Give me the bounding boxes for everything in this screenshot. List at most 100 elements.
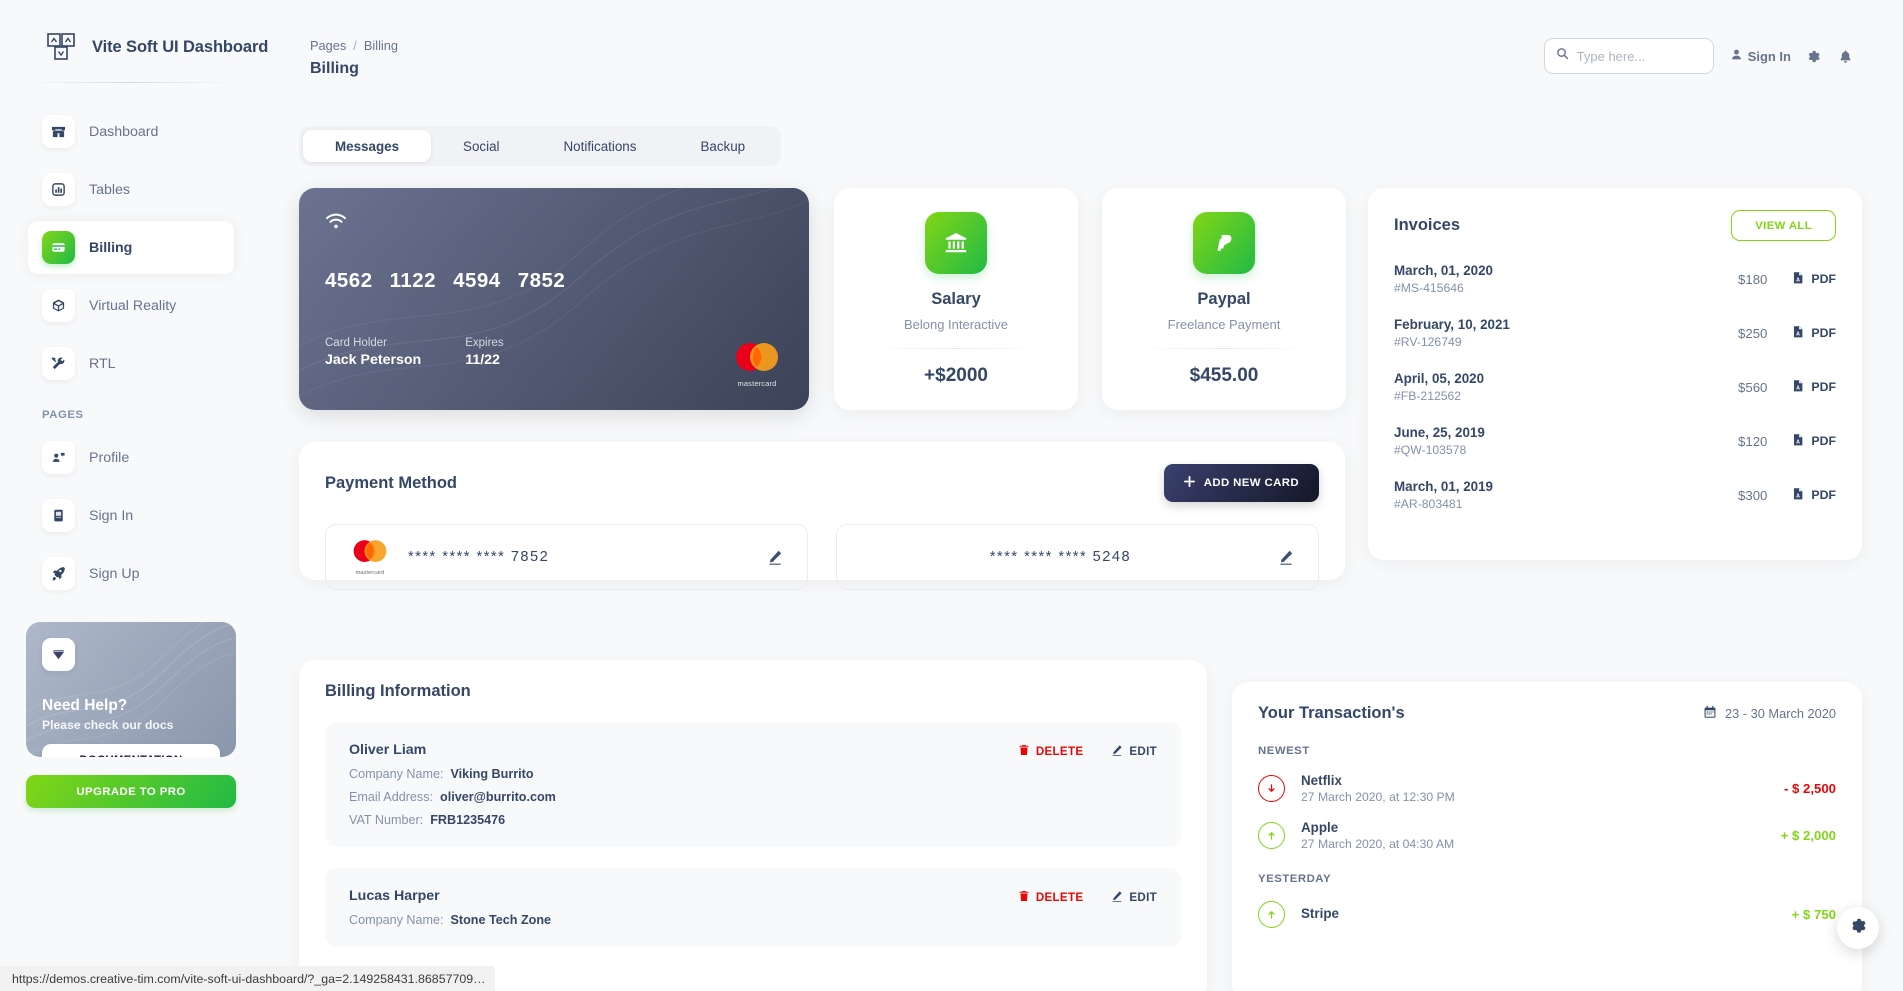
- transaction-info: Stripe: [1301, 906, 1339, 923]
- delete-button[interactable]: DELETE: [1018, 890, 1084, 905]
- invoice-pdf-button[interactable]: A PDF: [1791, 379, 1836, 396]
- file-pdf-icon: A: [1791, 325, 1805, 342]
- sidebar-item-rtl[interactable]: RTL: [28, 337, 234, 390]
- transactions-group-label: YESTERDAY: [1258, 873, 1332, 885]
- sidebar-item-billing[interactable]: Billing: [28, 221, 234, 274]
- help-card: Need Help? Please check our docs DOCUMEN…: [26, 622, 236, 757]
- invoice-amount: $180: [1738, 271, 1768, 287]
- file-pdf-icon: A: [1791, 271, 1805, 288]
- email-value: oliver@burrito.com: [440, 790, 556, 804]
- arrow-down-icon: [1258, 775, 1285, 802]
- transaction-info: Netflix 27 March 2020, at 12:30 PM: [1301, 773, 1455, 804]
- top-bar-actions: Sign In: [1543, 38, 1853, 74]
- salary-subtitle: Belong Interactive: [903, 317, 1009, 332]
- brand[interactable]: Vite Soft UI Dashboard: [24, 0, 268, 82]
- card-holder-block: Card Holder Jack Peterson: [325, 337, 421, 368]
- invoice-row[interactable]: March, 01, 2020 #MS-415646 $180 A PDF: [1394, 263, 1836, 295]
- card-holder-label: Card Holder: [325, 337, 387, 349]
- invoice-id: #QW-103578: [1394, 443, 1467, 457]
- tab-notifications[interactable]: Notifications: [532, 130, 669, 162]
- sidebar-item-tables[interactable]: Tables: [28, 163, 234, 216]
- sidebar-item-dashboard[interactable]: Dashboard: [28, 105, 234, 158]
- vat-label: VAT Number:: [349, 813, 424, 827]
- breadcrumb-parent[interactable]: Pages: [310, 38, 346, 53]
- sidebar-item-label: Dashboard: [89, 123, 159, 140]
- search-box[interactable]: [1543, 38, 1714, 74]
- transaction-row[interactable]: Netflix 27 March 2020, at 12:30 PM - $ 2…: [1258, 773, 1836, 804]
- calendar-icon: [1703, 705, 1717, 722]
- invoice-actions: $560 A PDF: [1738, 379, 1836, 396]
- edit-button[interactable]: EDIT: [1111, 890, 1157, 905]
- status-bar: https://demos.creative-tim.com/vite-soft…: [0, 966, 495, 991]
- settings-fab-button[interactable]: [1837, 907, 1879, 949]
- documentation-button[interactable]: DOCUMENTATION: [42, 744, 220, 757]
- sidebar-item-sign-up[interactable]: Sign Up: [28, 547, 234, 600]
- date-range-label: 23 - 30 March 2020: [1725, 706, 1836, 721]
- dashboard-page: Vite Soft UI Dashboard Dashboard Tables: [0, 0, 1903, 991]
- invoice-date: March, 01, 2019: [1394, 479, 1494, 494]
- invoice-pdf-button[interactable]: A PDF: [1791, 325, 1836, 342]
- mastercard-caption: mastercard: [737, 379, 777, 388]
- billing-information-panel: Billing Information Oliver Liam DELETE E…: [299, 660, 1207, 991]
- invoice-row[interactable]: March, 01, 2019 #AR-803481 $300 A PDF: [1394, 479, 1836, 511]
- transaction-row[interactable]: Apple 27 March 2020, at 04:30 AM + $ 2,0…: [1258, 820, 1836, 851]
- invoices-panel: Invoices VIEW ALL March, 01, 2020 #MS-41…: [1368, 188, 1862, 560]
- sidebar-item-label: Billing: [89, 239, 133, 256]
- tab-backup[interactable]: Backup: [668, 130, 777, 162]
- invoice-actions: $180 A PDF: [1738, 271, 1836, 288]
- divider: [1136, 348, 1312, 349]
- sidebar-item-label: Virtual Reality: [89, 297, 177, 314]
- invoice-amount: $300: [1738, 487, 1768, 503]
- bank-icon: [925, 212, 987, 274]
- billing-entry: Lucas Harper DELETE EDIT Company Name: St…: [325, 868, 1181, 947]
- transaction-row[interactable]: Stripe + $ 750: [1258, 901, 1836, 928]
- billing-company-row: Company Name: Viking Burrito: [349, 767, 1157, 781]
- view-all-button[interactable]: VIEW ALL: [1731, 210, 1836, 241]
- tab-messages[interactable]: Messages: [303, 130, 432, 162]
- sidebar-item-profile[interactable]: Profile: [28, 431, 234, 484]
- pencil-icon[interactable]: [767, 549, 783, 565]
- sidebar-item-virtual-reality[interactable]: Virtual Reality: [28, 279, 234, 332]
- file-pdf-icon: A: [1791, 379, 1805, 396]
- invoice-info: June, 25, 2019 #QW-103578: [1394, 425, 1485, 457]
- salary-card: Salary Belong Interactive +$2000: [834, 188, 1078, 410]
- help-title: Need Help?: [42, 697, 128, 714]
- cube-icon: [42, 289, 75, 322]
- payment-card-number: **** **** **** 7852: [408, 549, 550, 565]
- svg-text:A: A: [1796, 331, 1800, 337]
- bell-icon[interactable]: [1838, 49, 1853, 64]
- company-value: Viking Burrito: [450, 767, 534, 781]
- search-input[interactable]: [1576, 48, 1702, 64]
- edit-button[interactable]: EDIT: [1111, 744, 1157, 759]
- sidebar-item-sign-in[interactable]: Sign In: [28, 489, 234, 542]
- invoice-row[interactable]: June, 25, 2019 #QW-103578 $120 A PDF: [1394, 425, 1836, 457]
- sign-in-button[interactable]: Sign In: [1730, 48, 1791, 64]
- delete-label: DELETE: [1035, 745, 1084, 758]
- invoice-pdf-button[interactable]: A PDF: [1791, 433, 1836, 450]
- invoice-pdf-button[interactable]: A PDF: [1791, 487, 1836, 504]
- transaction-amount: + $ 2,000: [1780, 828, 1836, 843]
- status-bar-url: https://demos.creative-tim.com/vite-soft…: [12, 971, 486, 986]
- card-expiry-block: Expires 11/22: [465, 337, 503, 368]
- transaction-name: Stripe: [1301, 906, 1339, 921]
- gear-icon[interactable]: [1807, 49, 1822, 64]
- transactions-date-range[interactable]: 23 - 30 March 2020: [1703, 705, 1836, 722]
- add-new-card-button[interactable]: ADD NEW CARD: [1163, 464, 1319, 502]
- payment-card-mastercard[interactable]: mastercard **** **** **** 7852: [325, 524, 808, 590]
- invoice-date: June, 25, 2019: [1394, 425, 1485, 440]
- pdf-label: PDF: [1811, 434, 1836, 448]
- arrow-up-icon: [1258, 822, 1285, 849]
- billing-entry-actions: DELETE EDIT: [1018, 890, 1157, 905]
- tools-icon: [42, 347, 75, 380]
- upgrade-to-pro-button[interactable]: UPGRADE TO PRO: [26, 775, 236, 808]
- pencil-icon[interactable]: [1278, 549, 1294, 565]
- chart-bar-icon: [42, 173, 75, 206]
- invoice-row[interactable]: April, 05, 2020 #FB-212562 $560 A PDF: [1394, 371, 1836, 403]
- edit-label: EDIT: [1129, 891, 1157, 904]
- delete-button[interactable]: DELETE: [1018, 744, 1084, 759]
- invoice-row[interactable]: February, 10, 2021 #RV-126749 $250 A PDF: [1394, 317, 1836, 349]
- payment-card-secondary[interactable]: **** **** **** 5248: [836, 524, 1319, 590]
- invoice-actions: $120 A PDF: [1738, 433, 1836, 450]
- tab-social[interactable]: Social: [431, 130, 531, 162]
- invoice-pdf-button[interactable]: A PDF: [1791, 271, 1836, 288]
